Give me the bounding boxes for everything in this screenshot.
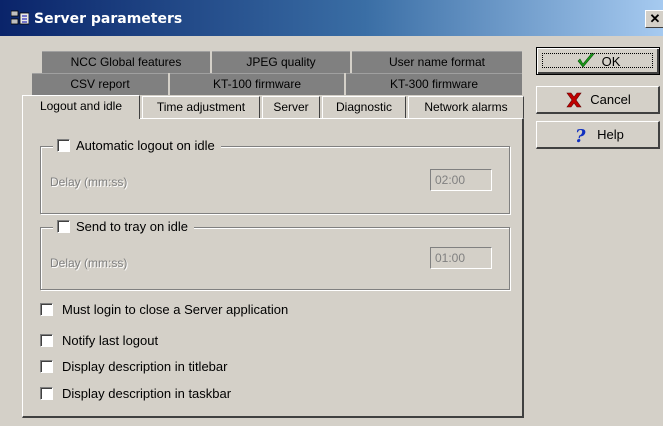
cancel-button[interactable]: Cancel bbox=[536, 86, 660, 114]
notify-last-logout-label: Notify last logout bbox=[62, 333, 159, 348]
tab-time-adjustment[interactable]: Time adjustment bbox=[142, 96, 260, 118]
description-titlebar-label: Display description in titlebar bbox=[62, 359, 228, 374]
tab-kt300-firmware[interactable]: KT-300 firmware bbox=[346, 73, 522, 95]
send-to-tray-checkbox[interactable] bbox=[57, 220, 70, 233]
option-notify-last-logout[interactable]: Notify last logout bbox=[40, 333, 158, 348]
notify-last-logout-checkbox[interactable] bbox=[40, 334, 53, 347]
tab-logout-and-idle[interactable]: Logout and idle bbox=[22, 95, 140, 119]
tray-delay-input[interactable]: 01:00 bbox=[430, 247, 492, 269]
help-button[interactable]: ? Help bbox=[536, 121, 660, 149]
tab-diagnostic[interactable]: Diagnostic bbox=[322, 96, 406, 118]
send-to-tray-legend: Send to tray on idle bbox=[53, 219, 195, 234]
description-taskbar-checkbox[interactable] bbox=[40, 387, 53, 400]
logout-delay-input[interactable]: 02:00 bbox=[430, 169, 492, 191]
option-description-in-taskbar[interactable]: Display description in taskbar bbox=[40, 386, 231, 401]
option-description-in-titlebar[interactable]: Display description in titlebar bbox=[40, 359, 227, 374]
ok-button[interactable]: OK bbox=[536, 47, 660, 75]
server-parameters-icon bbox=[11, 10, 29, 25]
automatic-logout-group: Automatic logout on idle Delay (mm:ss) 0… bbox=[40, 138, 510, 214]
red-x-icon bbox=[566, 92, 582, 107]
description-titlebar-checkbox[interactable] bbox=[40, 360, 53, 373]
tab-network-alarms[interactable]: Network alarms bbox=[408, 96, 524, 118]
close-button[interactable]: ✕ bbox=[645, 10, 663, 28]
description-taskbar-label: Display description in taskbar bbox=[62, 386, 232, 401]
question-mark-icon: ? bbox=[575, 126, 586, 144]
must-login-checkbox[interactable] bbox=[40, 303, 53, 316]
logout-delay-label: Delay (mm:ss) bbox=[50, 175, 128, 189]
automatic-logout-legend: Automatic logout on idle bbox=[53, 138, 221, 153]
must-login-label: Must login to close a Server application bbox=[62, 302, 289, 317]
tab-csv-report[interactable]: CSV report bbox=[32, 73, 168, 95]
tab-user-name-format[interactable]: User name format bbox=[352, 51, 522, 73]
send-to-tray-group: Send to tray on idle Delay (mm:ss) 01:00 bbox=[40, 219, 510, 290]
tab-server[interactable]: Server bbox=[262, 96, 320, 118]
cancel-label: Cancel bbox=[590, 92, 631, 107]
automatic-logout-checkbox[interactable] bbox=[57, 139, 70, 152]
help-label: Help bbox=[597, 127, 624, 142]
tray-delay-label: Delay (mm:ss) bbox=[50, 256, 128, 270]
server-parameters-window: Server parameters ✕ NCC Global features … bbox=[0, 0, 663, 426]
send-to-tray-label: Send to tray on idle bbox=[76, 219, 189, 234]
svg-text:?: ? bbox=[575, 126, 586, 144]
tab-ncc-global-features[interactable]: NCC Global features bbox=[42, 51, 210, 73]
focus-rect bbox=[542, 53, 653, 68]
tab-jpeg-quality[interactable]: JPEG quality bbox=[212, 51, 350, 73]
title-bar[interactable]: Server parameters ✕ bbox=[0, 0, 663, 36]
option-must-login-to-close[interactable]: Must login to close a Server application bbox=[40, 302, 288, 317]
close-icon: ✕ bbox=[649, 11, 661, 26]
window-title: Server parameters bbox=[34, 11, 183, 27]
automatic-logout-label: Automatic logout on idle bbox=[76, 138, 215, 153]
tab-kt100-firmware[interactable]: KT-100 firmware bbox=[170, 73, 344, 95]
